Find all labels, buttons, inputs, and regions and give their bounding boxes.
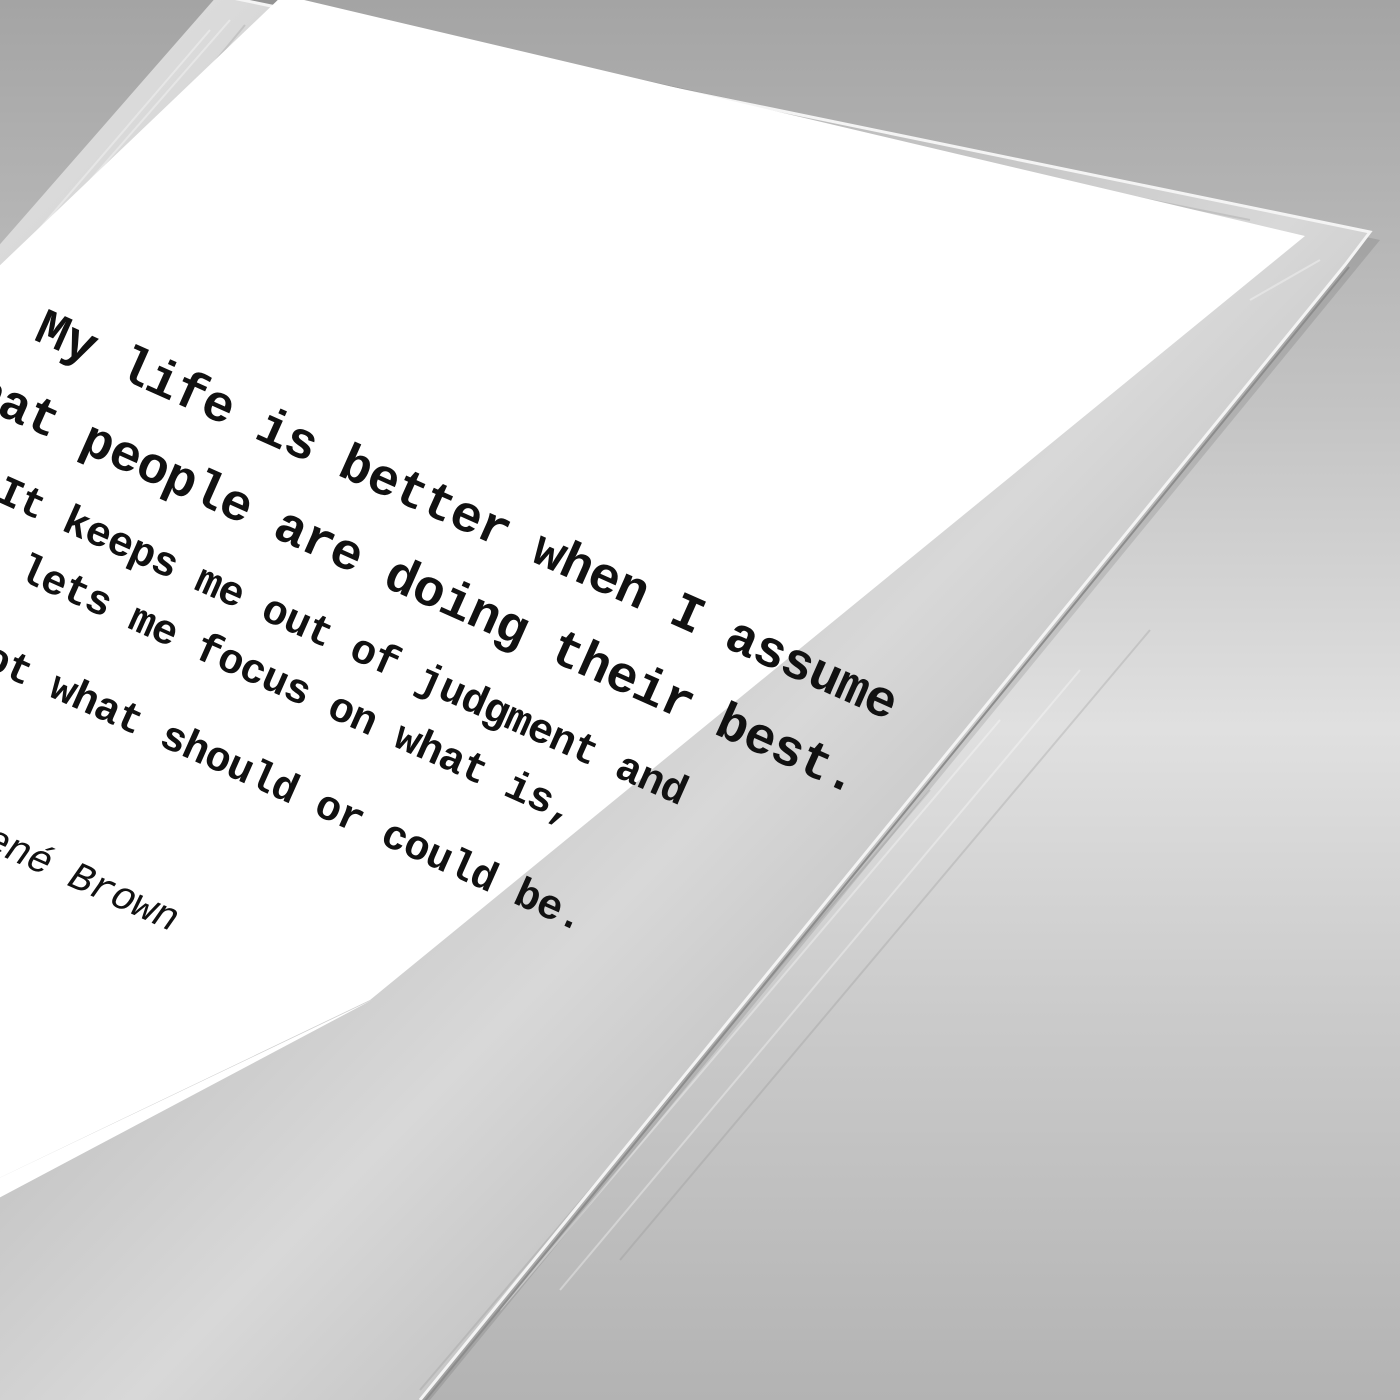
product-mockup-scene: My life is better when I assume hat peop… [0, 0, 1400, 1400]
